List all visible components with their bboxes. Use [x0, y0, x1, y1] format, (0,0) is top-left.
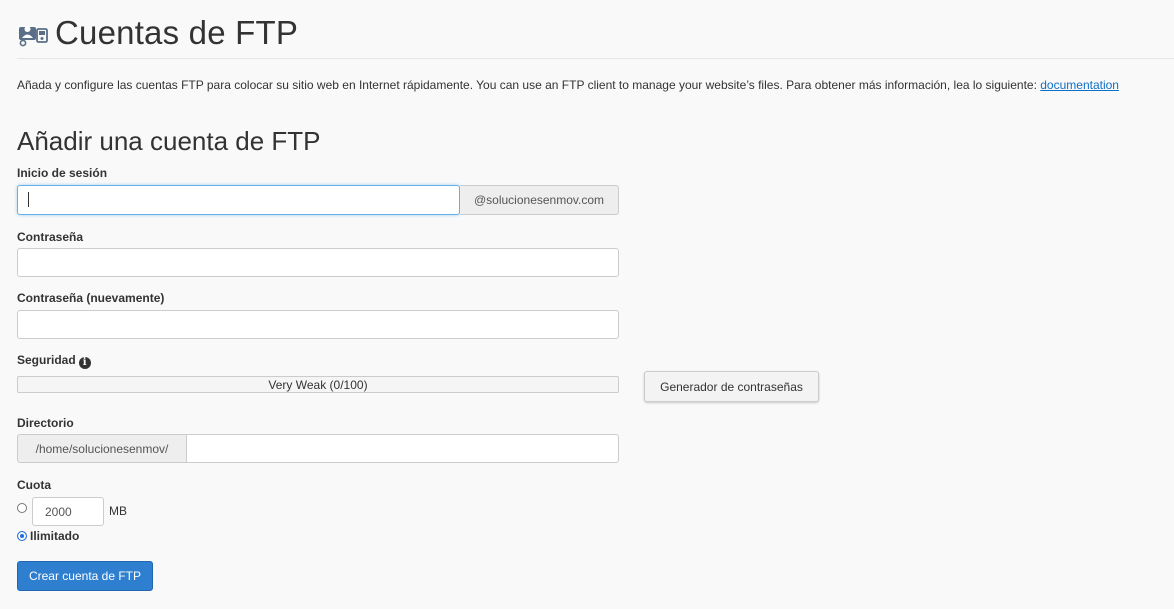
password-input[interactable]: [17, 248, 619, 277]
header-divider: [17, 58, 1174, 59]
page-title: Cuentas de FTP: [55, 14, 299, 51]
password-confirm-label: Contraseña (nuevamente): [17, 291, 165, 305]
directory-label: Directorio: [17, 416, 74, 430]
quota-limited-radio[interactable]: [17, 503, 27, 513]
password-label: Contraseña: [17, 230, 84, 244]
quota-unlimited-radio[interactable]: [17, 531, 27, 541]
directory-input[interactable]: [186, 434, 619, 463]
directory-prefix: /home/solucionesenmov/: [17, 434, 186, 463]
password-strength-meter: Very Weak (0/100): [17, 376, 619, 393]
domain-suffix: @solucionesenmov.com: [460, 185, 619, 215]
quota-unit: MB: [109, 504, 127, 518]
password-generator-button[interactable]: Generador de contraseñas: [644, 371, 819, 402]
page-header: Cuentas de FTP: [17, 14, 298, 52]
page-description: Añada y configure las cuentas FTP para c…: [17, 78, 1119, 92]
section-title: Añadir una cuenta de FTP: [17, 126, 321, 156]
text-caret: [28, 192, 29, 207]
quota-label: Cuota: [17, 478, 51, 492]
ftp-accounts-icon: [17, 16, 51, 50]
info-icon[interactable]: i: [78, 357, 91, 369]
login-label: Inicio de sesión: [17, 166, 108, 180]
login-input[interactable]: [17, 185, 460, 215]
documentation-link[interactable]: documentation: [1040, 78, 1119, 92]
create-ftp-account-button[interactable]: Crear cuenta de FTP: [17, 561, 153, 591]
security-label-text: Seguridad: [17, 353, 76, 367]
password-confirm-input[interactable]: [17, 310, 619, 339]
security-label: Seguridad i: [17, 353, 91, 369]
quota-unlimited-label[interactable]: Ilimitado: [30, 529, 79, 543]
description-text: Añada y configure las cuentas FTP para c…: [17, 78, 1041, 92]
quota-value: 2000: [45, 505, 72, 519]
quota-input[interactable]: 2000: [32, 497, 104, 526]
ftp-accounts-page: Cuentas de FTP Añada y configure las cue…: [0, 0, 1174, 609]
